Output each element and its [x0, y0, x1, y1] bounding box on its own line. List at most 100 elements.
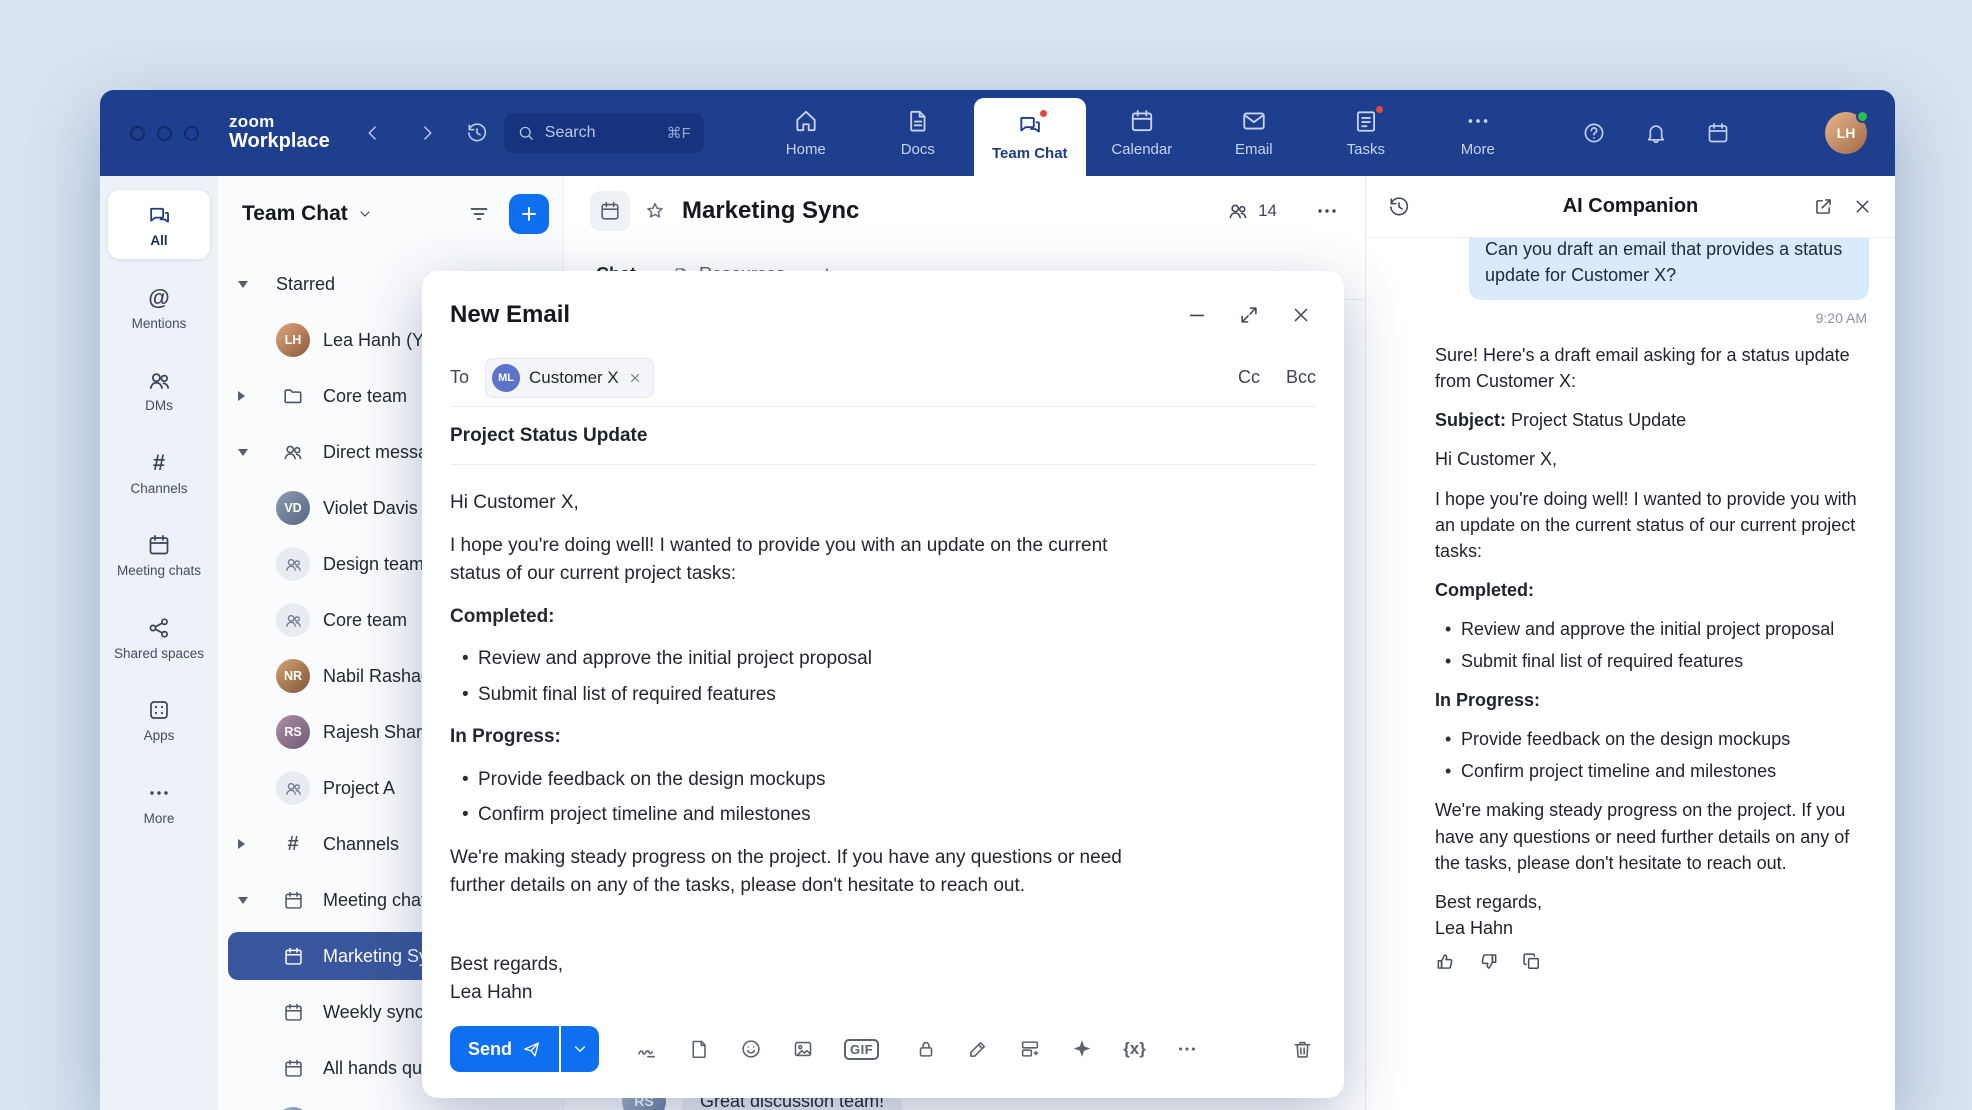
more-icon — [147, 780, 171, 806]
group-avatar-icon — [276, 603, 310, 637]
help-button[interactable] — [1577, 116, 1611, 150]
nav-tasks[interactable]: Tasks — [1310, 90, 1422, 176]
docs-icon — [905, 108, 931, 134]
gif-button[interactable]: GIF — [844, 1039, 879, 1060]
team-chat-dropdown[interactable]: Team Chat — [242, 202, 373, 226]
zoom-workplace-logo: zoom Workplace — [229, 113, 330, 153]
notification-dot — [1038, 108, 1049, 119]
search-input[interactable]: Search ⌘F — [504, 113, 704, 153]
send-button[interactable]: Send — [450, 1026, 559, 1072]
rail-meeting-chats[interactable]: Meeting chats — [108, 520, 210, 589]
ai-conversation: Can you draft an email that provides a s… — [1366, 238, 1895, 1110]
calendar-icon — [276, 883, 310, 917]
nav-calendar[interactable]: Calendar — [1086, 90, 1198, 176]
nav-email[interactable]: Email — [1198, 90, 1310, 176]
star-button[interactable] — [644, 200, 666, 222]
window-minimize-button[interactable] — [157, 126, 172, 141]
page-title: Marketing Sync — [682, 197, 859, 225]
more-options-button[interactable] — [1176, 1038, 1198, 1060]
hash-icon: # — [153, 450, 165, 476]
to-label: To — [450, 367, 469, 388]
chat-header: Marketing Sync 14 — [564, 176, 1365, 246]
window-close-button[interactable] — [130, 126, 145, 141]
encrypt-button[interactable] — [915, 1038, 937, 1060]
window-zoom-button[interactable] — [184, 126, 199, 141]
signature-button[interactable] — [635, 1038, 658, 1061]
ai-history-button[interactable] — [1388, 196, 1410, 218]
subject-value: Project Status Update — [1506, 410, 1686, 430]
calendar-icon — [147, 532, 171, 558]
filter-button[interactable] — [461, 196, 497, 232]
caret-down-icon — [238, 897, 248, 904]
calendar-icon — [276, 995, 310, 1029]
rail-shared-spaces[interactable]: Shared spaces — [108, 603, 210, 672]
people-icon — [1227, 200, 1249, 222]
nav-home[interactable]: Home — [750, 90, 862, 176]
chat-item-lea-rajesh[interactable]: LR Lea/Rajesh 1:1 — [218, 1096, 563, 1110]
remove-recipient-button[interactable] — [628, 371, 642, 385]
rail-channels[interactable]: # Channels — [108, 438, 210, 507]
chat-more-button[interactable] — [1315, 199, 1339, 223]
ai-companion-button[interactable] — [1763, 116, 1797, 150]
online-status-dot — [1856, 110, 1869, 123]
notifications-button[interactable] — [1639, 116, 1673, 150]
members-button[interactable]: 14 — [1227, 200, 1277, 222]
open-in-new-window-button[interactable] — [1813, 196, 1834, 217]
ai-response: Sure! Here's a draft email asking for a … — [1392, 342, 1869, 941]
logo-zoom: zoom — [229, 113, 330, 131]
ai-assist-button[interactable] — [1071, 1038, 1093, 1060]
to-field[interactable]: To ML Customer X Cc Bcc — [450, 349, 1316, 407]
rail-mentions[interactable]: @ Mentions — [108, 273, 210, 342]
topbar-right: LH — [1577, 112, 1895, 154]
expand-button[interactable] — [1238, 304, 1260, 326]
nav-team-chat[interactable]: Team Chat — [974, 98, 1086, 176]
rail-all[interactable]: All — [108, 190, 210, 259]
notification-dot — [1374, 104, 1385, 115]
calendar-quick-button[interactable] — [1701, 116, 1735, 150]
new-chat-button[interactable] — [509, 194, 549, 234]
history-nav — [356, 116, 444, 150]
nav-docs[interactable]: Docs — [862, 90, 974, 176]
search-shortcut: ⌘F — [667, 124, 691, 142]
calendar-icon — [276, 1051, 310, 1085]
edit-button[interactable] — [967, 1038, 989, 1060]
nav-more[interactable]: More — [1422, 90, 1534, 176]
insert-image-button[interactable] — [792, 1038, 814, 1060]
recipient-chip[interactable]: ML Customer X — [485, 358, 654, 398]
home-icon — [793, 108, 819, 134]
rail-more[interactable]: More — [108, 768, 210, 837]
back-button[interactable] — [356, 116, 390, 150]
send-options-button[interactable] — [561, 1026, 599, 1072]
copy-button[interactable] — [1521, 951, 1542, 972]
caret-right-icon — [238, 839, 245, 849]
ai-feedback-bar — [1435, 951, 1869, 972]
zoom-workplace-window: zoom Workplace Search ⌘F Home Docs Team — [100, 90, 1895, 1110]
group-avatar-icon — [276, 547, 310, 581]
minimize-button[interactable] — [1186, 304, 1208, 326]
bcc-button[interactable]: Bcc — [1286, 367, 1316, 388]
rail-apps[interactable]: Apps — [108, 685, 210, 754]
history-button[interactable] — [460, 116, 494, 150]
layout-button[interactable] — [1019, 1038, 1041, 1060]
forward-button[interactable] — [410, 116, 444, 150]
people-icon — [276, 435, 310, 469]
tasks-icon — [1353, 108, 1379, 134]
rail-dms[interactable]: DMs — [108, 355, 210, 424]
email-body-editor[interactable]: Hi Customer X, I hope you're doing well!… — [422, 465, 1344, 1010]
group-avatar-icon — [276, 771, 310, 805]
user-avatar[interactable]: LH — [1825, 112, 1867, 154]
ai-sparkle-icon — [1767, 120, 1793, 146]
thumbs-up-button[interactable] — [1435, 951, 1456, 972]
folder-icon — [276, 379, 310, 413]
chat-bubble-icon — [147, 202, 172, 228]
subject-field[interactable]: Project Status Update — [450, 407, 1316, 465]
thumbs-down-button[interactable] — [1478, 951, 1499, 972]
timestamp: 9:20 AM — [1816, 310, 1867, 326]
emoji-button[interactable] — [740, 1038, 762, 1060]
templates-button[interactable] — [688, 1038, 710, 1060]
close-panel-button[interactable] — [1852, 196, 1873, 217]
code-snippet-button[interactable]: {x} — [1123, 1039, 1146, 1059]
close-button[interactable] — [1290, 304, 1312, 326]
discard-draft-button[interactable] — [1291, 1038, 1314, 1061]
cc-button[interactable]: Cc — [1238, 367, 1260, 388]
